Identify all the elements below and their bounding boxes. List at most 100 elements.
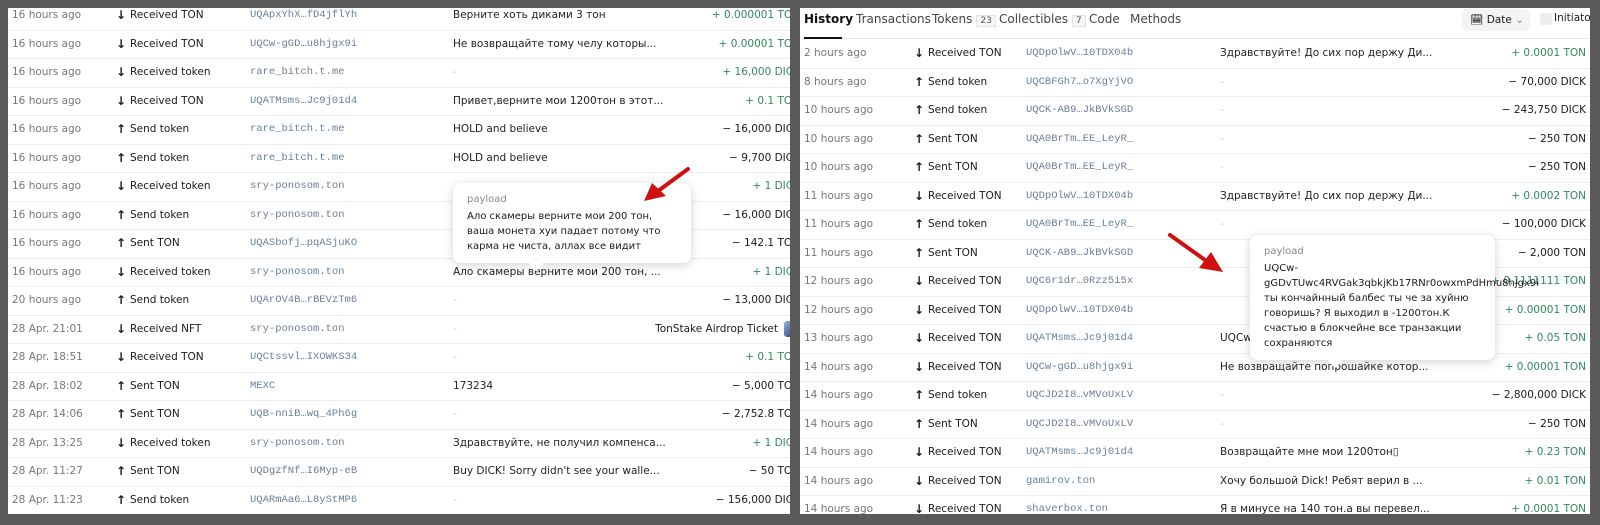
row-address-link[interactable]: UQARmAa6…L8yStMP6 xyxy=(250,487,357,514)
row-address-link[interactable]: UQDpOlwV…10TDX04b xyxy=(1026,297,1133,324)
row-address-link[interactable]: rare_bitch.t.me xyxy=(250,145,345,172)
tab-history[interactable]: History xyxy=(804,12,853,26)
table-row[interactable]: 28 Apr. 11:27 ↑ Sent TON UQDgzfNf…I6Myp-eB B… xyxy=(8,458,790,487)
row-address-link[interactable]: UQCw-gGD…u8hjgx9i xyxy=(250,31,357,58)
row-address-link[interactable]: UQATMsms…Jc9j01d4 xyxy=(1026,325,1133,352)
tab-transactions[interactable]: Transactions xyxy=(856,12,931,26)
row-comment[interactable]: Здравствуйте! До сих пор держу Ди... xyxy=(1220,40,1432,67)
row-address-link[interactable]: UQA0BrTm…EE_LeyR_ xyxy=(1026,126,1133,153)
table-row[interactable]: 16 hours ago ↓ Received TON UQApxYhX…fD4jfl… xyxy=(8,8,790,31)
row-address-link[interactable]: UQDpOlwV…10TDX04b xyxy=(1026,40,1133,67)
row-comment[interactable]: Возвращайте мне мои 1200тон▯ xyxy=(1220,439,1399,466)
table-row[interactable]: 16 hours ago ↓ Received TON UQATMsms…Jc9j01… xyxy=(8,88,790,116)
tab-code[interactable]: Code xyxy=(1089,12,1120,26)
table-row[interactable]: 10 hours ago ↑ Sent TON UQA0BrTm…EE_LeyR_ - −… xyxy=(800,126,1590,154)
row-address-link[interactable]: sry-ponosom.ton xyxy=(250,259,345,286)
row-time: 16 hours ago xyxy=(12,237,82,249)
row-address-link[interactable]: UQCJD2I8…vMVoUxLV xyxy=(1026,411,1133,438)
row-address-link[interactable]: UQA0BrTm…EE_LeyR_ xyxy=(1026,154,1133,181)
tab-label: Tokens xyxy=(932,12,973,26)
row-comment[interactable]: - xyxy=(1220,154,1224,181)
row-address-link[interactable]: UQCK-AB9…JkBVkSGD xyxy=(1026,97,1133,124)
table-row[interactable]: 28 Apr. 13:25 ↓ Received token sry-ponosom.… xyxy=(8,430,790,458)
table-row[interactable]: 14 hours ago ↓ Received TON shaverbox.ton Я … xyxy=(800,496,1590,514)
tab-collectibles[interactable]: Collectibles 7 xyxy=(999,12,1086,27)
row-address-link[interactable]: UQCBFGh7…o7XgYjVO xyxy=(1026,69,1133,96)
table-row[interactable]: 28 Apr. 18:02 ↑ Sent TON MEXC 173234 − 5,000 … xyxy=(8,373,790,401)
row-address-link[interactable]: UQASbofj…pqASjuKO xyxy=(250,230,357,257)
row-comment[interactable]: Верните хоть диками 3 тон xyxy=(453,8,606,29)
table-row[interactable]: 11 hours ago ↓ Received TON UQDpOlwV…10TDX0… xyxy=(800,183,1590,211)
row-comment[interactable]: - xyxy=(453,316,457,343)
row-comment[interactable]: Привет,верните мои 1200тон в этот... xyxy=(453,88,663,115)
date-filter-button[interactable]: 🗓︎ Date ⌄ xyxy=(1462,9,1530,31)
row-address-link[interactable]: sry-ponosom.ton xyxy=(250,316,345,343)
row-comment[interactable]: 173234 xyxy=(453,373,493,400)
table-row[interactable]: 16 hours ago ↑ Send token rare_bitch.t.me HO… xyxy=(8,116,790,145)
table-row[interactable]: 14 hours ago ↓ Received TON gamirov.ton Хочу… xyxy=(800,468,1590,496)
row-address-link[interactable]: UQDpOlwV…10TDX04b xyxy=(1026,183,1133,210)
row-comment[interactable]: - xyxy=(1220,126,1224,153)
row-comment[interactable]: - xyxy=(453,59,457,86)
row-comment[interactable]: - xyxy=(1220,411,1224,438)
row-comment[interactable]: - xyxy=(453,344,457,371)
row-address-link[interactable]: sry-ponosom.ton xyxy=(250,430,345,457)
table-row[interactable]: 8 hours ago ↑ Send token UQCBFGh7…o7XgYjVO -… xyxy=(800,69,1590,97)
row-address-link[interactable]: gamirov.ton xyxy=(1026,468,1095,495)
row-address-link[interactable]: UQC6r1dr…0Rzz5i5x xyxy=(1026,268,1133,295)
row-address-link[interactable]: rare_bitch.t.me xyxy=(250,59,345,86)
table-row[interactable]: 28 Apr. 18:51 ↓ Received TON UQCtssvl…IXOWK… xyxy=(8,344,790,373)
row-address-link[interactable]: UQDgzfNf…I6Myp-eB xyxy=(250,458,357,485)
row-address-link[interactable]: UQArOV4B…rBEVzTm6 xyxy=(250,287,357,314)
row-comment[interactable]: - xyxy=(453,401,457,428)
nft-thumbnail-icon[interactable] xyxy=(784,320,790,337)
table-row[interactable]: 28 Apr. 21:01 ↓ Received NFT sry-ponosom.to… xyxy=(8,316,790,344)
table-row[interactable]: 28 Apr. 14:06 ↑ Sent TON UQB-nniB…wq_4Ph6g -… xyxy=(8,401,790,430)
table-row[interactable]: 20 hours ago ↑ Send token UQArOV4B…rBEVzTm6… xyxy=(8,287,790,316)
row-comment[interactable]: Здравствуйте, не получил компенса... xyxy=(453,430,666,457)
table-row[interactable]: 14 hours ago ↓ Received TON UQATMsms…Jc9j01… xyxy=(800,439,1590,468)
row-address-link[interactable]: MEXC xyxy=(250,373,275,400)
row-address-link[interactable]: UQATMsms…Jc9j01d4 xyxy=(250,88,357,115)
row-comment[interactable]: - xyxy=(1220,69,1224,96)
row-amount: − 16,000 DICK xyxy=(722,116,790,143)
table-row[interactable]: 16 hours ago ↓ Received token rare_bitch.t.… xyxy=(8,59,790,88)
row-comment[interactable]: - xyxy=(1220,97,1224,124)
row-comment[interactable]: - xyxy=(453,287,457,314)
arrow-down-icon: ↓ xyxy=(116,8,127,22)
row-address-link[interactable]: sry-ponosom.ton xyxy=(250,173,345,200)
row-address-link[interactable]: UQB-nniB…wq_4Ph6g xyxy=(250,401,357,428)
tab-methods[interactable]: Methods xyxy=(1130,12,1181,26)
row-address-link[interactable]: UQA0BrTm…EE_LeyR_ xyxy=(1026,211,1133,238)
row-comment[interactable]: Я в минусе на 140 тон.а вы перевел... xyxy=(1220,496,1430,514)
row-address-link[interactable]: sry-ponosom.ton xyxy=(250,202,345,229)
row-address-link[interactable]: UQCtssvl…IXOWKS34 xyxy=(250,344,357,371)
row-comment[interactable]: Buy DICK! Sorry didn't see your walle... xyxy=(453,458,660,485)
row-address-link[interactable]: UQCJD2I8…vMVoUxLV xyxy=(1026,382,1133,409)
table-row[interactable]: 14 hours ago ↑ Sent TON UQCJD2I8…vMVoUxLV - −… xyxy=(800,411,1590,439)
table-row[interactable]: 14 hours ago ↑ Send token UQCJD2I8…vMVoUxLV… xyxy=(800,382,1590,411)
row-address-link[interactable]: UQCw-gGD…u8hjgx9i xyxy=(1026,354,1133,381)
row-address-link[interactable]: shaverbox.ton xyxy=(1026,496,1108,514)
chevron-down-icon: ⌄ xyxy=(1515,14,1524,26)
row-address-link[interactable]: UQApxYhX…fD4jflYh xyxy=(250,8,357,29)
row-comment[interactable]: Не возвращайте тому челу которы... xyxy=(453,31,656,58)
row-comment[interactable]: Здравствуйте! До сих пор держу Ди... xyxy=(1220,183,1432,210)
table-row[interactable]: 10 hours ago ↑ Send token UQCK-AB9…JkBVkSGD… xyxy=(800,97,1590,126)
table-row[interactable]: 28 Apr. 11:23 ↑ Send token UQARmAa6…L8yStMP… xyxy=(8,487,790,515)
row-address-link[interactable]: rare_bitch.t.me xyxy=(250,116,345,143)
row-comment[interactable]: Хочу большой Dick! Ребят верил в ... xyxy=(1220,468,1423,495)
table-row[interactable]: 10 hours ago ↑ Sent TON UQA0BrTm…EE_LeyR_ - −… xyxy=(800,154,1590,183)
row-comment[interactable]: - xyxy=(1220,382,1224,409)
table-row[interactable]: 16 hours ago ↓ Received TON UQCw-gGD…u8hjgx… xyxy=(8,31,790,59)
amount-value: + 0.00001 TON xyxy=(1504,360,1586,373)
row-comment[interactable]: HOLD and believe xyxy=(453,145,548,172)
table-row[interactable]: 2 hours ago ↓ Received TON UQDpOlwV…10TDX04… xyxy=(800,40,1590,69)
row-address-link[interactable]: UQATMsms…Jc9j01d4 xyxy=(1026,439,1133,466)
tab-tokens[interactable]: Tokens 23 xyxy=(932,12,996,27)
initiator-checkbox[interactable] xyxy=(1540,13,1552,25)
row-address-link[interactable]: UQCK-AB9…JkBVkSGD xyxy=(1026,240,1133,267)
amount-value: − 16,000 DICK xyxy=(722,123,790,135)
row-comment[interactable]: HOLD and believe xyxy=(453,116,548,143)
row-comment[interactable]: - xyxy=(453,487,457,514)
